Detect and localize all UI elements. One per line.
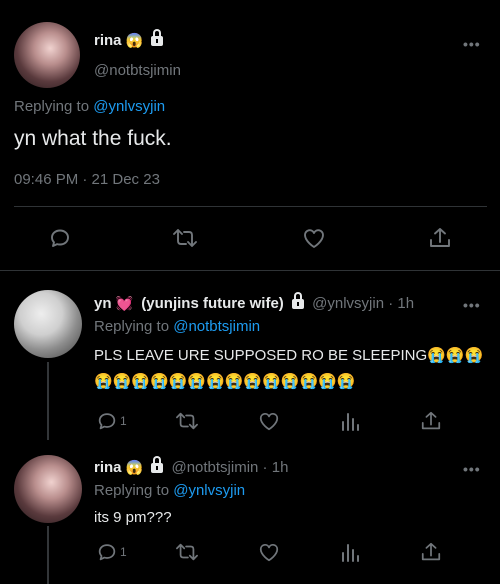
nickname: (yunjins future wife) bbox=[141, 295, 284, 312]
handle-time: @ynlvsyjin · 1h bbox=[312, 295, 415, 312]
reply-replying: Replying to @ynlvsyjin bbox=[94, 482, 245, 499]
scream-emoji: 😱 bbox=[125, 32, 144, 48]
display-name: rina bbox=[94, 32, 122, 49]
analytics-icon[interactable] bbox=[339, 410, 361, 432]
avatar-rina[interactable] bbox=[14, 22, 80, 88]
main-tweet-handle[interactable]: @notbtsjimin bbox=[94, 62, 181, 79]
reply-count: 1 bbox=[120, 414, 127, 428]
replying-to-link[interactable]: @notbtsjimin bbox=[173, 318, 260, 335]
reply-author[interactable]: rina 😱 @notbtsjimin · 1h bbox=[94, 456, 289, 476]
main-tweet-replying: Replying to @ynlvsyjin bbox=[14, 98, 165, 115]
divider bbox=[0, 270, 500, 271]
lock-icon bbox=[151, 456, 164, 474]
main-tweet-text: yn what the fuck. bbox=[14, 127, 172, 150]
thread-line bbox=[47, 362, 49, 440]
scream-emoji: 😱 bbox=[125, 459, 144, 475]
like-icon[interactable] bbox=[257, 541, 281, 563]
replying-label: Replying to bbox=[94, 318, 170, 335]
share-icon[interactable] bbox=[420, 540, 442, 564]
reply-replying: Replying to @notbtsjimin bbox=[94, 318, 260, 335]
like-icon[interactable] bbox=[301, 226, 327, 250]
reply-count: 1 bbox=[120, 545, 127, 559]
main-tweet-author[interactable]: rina 😱 bbox=[94, 29, 164, 49]
avatar-rina[interactable] bbox=[14, 455, 82, 523]
reply-text: 😭😭😭😭😭😭😭😭😭😭😭😭😭😭 bbox=[94, 373, 356, 390]
handle-time: @notbtsjimin · 1h bbox=[171, 459, 289, 476]
lock-icon bbox=[291, 292, 304, 310]
retweet-icon[interactable] bbox=[175, 410, 199, 432]
avatar-yn[interactable] bbox=[14, 290, 82, 358]
retweet-icon[interactable] bbox=[175, 541, 199, 563]
replying-to-link[interactable]: @ynlvsyjin bbox=[93, 98, 165, 115]
display-name: rina bbox=[94, 459, 122, 476]
analytics-icon[interactable] bbox=[339, 541, 361, 563]
reply-author[interactable]: yn 💓 (yunjins future wife) @ynlvsyjin · … bbox=[94, 292, 415, 312]
reply-text: PLS LEAVE URE SUPPOSED RO BE SLEEPING😭😭😭 bbox=[94, 347, 484, 364]
retweet-icon[interactable] bbox=[172, 226, 198, 250]
thread-line bbox=[47, 526, 49, 584]
heart-emoji: 💓 bbox=[115, 295, 134, 311]
replying-label: Replying to bbox=[14, 98, 90, 115]
reply-icon[interactable] bbox=[48, 226, 72, 250]
lock-icon bbox=[151, 29, 164, 47]
divider bbox=[14, 206, 487, 207]
replying-label: Replying to bbox=[94, 482, 170, 499]
share-icon[interactable] bbox=[428, 225, 452, 251]
display-name: yn bbox=[94, 295, 112, 312]
share-icon[interactable] bbox=[420, 409, 442, 433]
replying-to-link[interactable]: @ynlvsyjin bbox=[173, 482, 245, 499]
main-tweet-timestamp[interactable]: 09:46 PM · 21 Dec 23 bbox=[14, 171, 160, 188]
reply-icon[interactable] bbox=[96, 541, 118, 563]
reply-text: its 9 pm??? bbox=[94, 509, 172, 526]
reply-icon[interactable] bbox=[96, 410, 118, 432]
more-options-icon[interactable]: ••• bbox=[463, 36, 481, 52]
like-icon[interactable] bbox=[257, 410, 281, 432]
more-options-icon[interactable]: ••• bbox=[463, 461, 481, 477]
more-options-icon[interactable]: ••• bbox=[463, 297, 481, 313]
